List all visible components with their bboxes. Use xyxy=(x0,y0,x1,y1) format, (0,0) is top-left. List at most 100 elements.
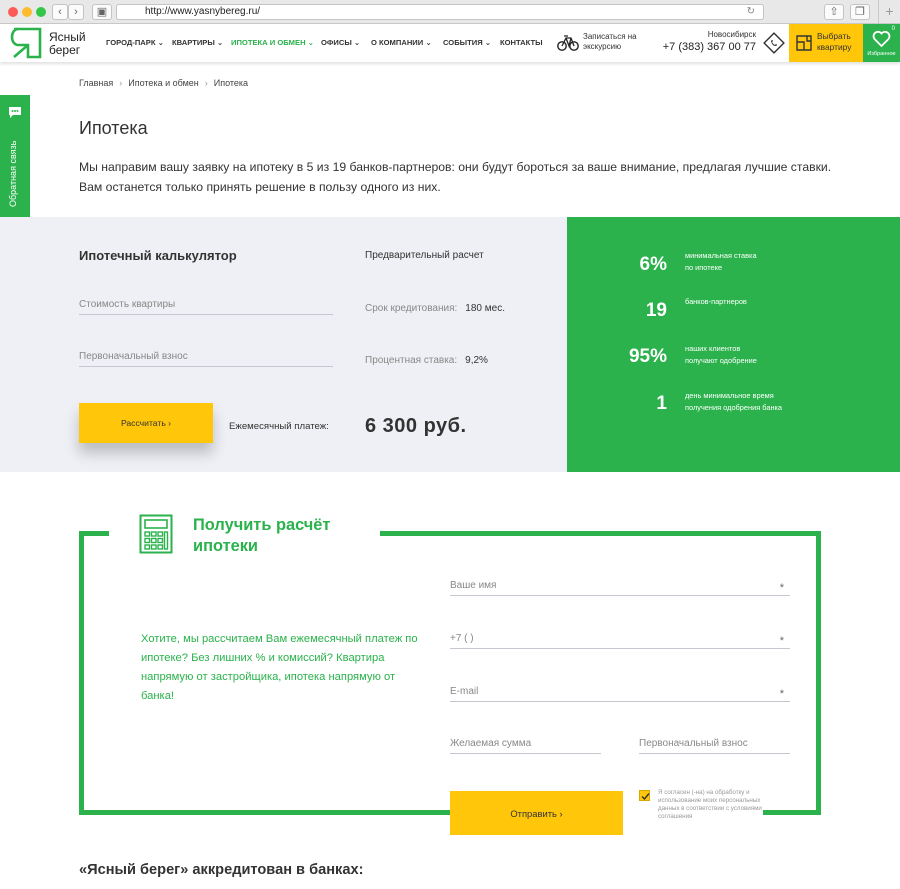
mortgage-stats: 6% минимальная ставка по ипотеке 19 банк… xyxy=(567,217,900,472)
browser-toolbar: ‹ › ▣ http://www.yasnybereg.ru/ ↻ ⇧ ❐ + xyxy=(0,0,900,24)
phone-input[interactable]: +7 ( ) * xyxy=(450,633,790,649)
logo-text-line2: берег xyxy=(49,43,81,57)
stat-text-line2: получения одобрения банка xyxy=(685,403,783,412)
nav-item-events[interactable]: СОБЫТИЯ ⌄ xyxy=(443,38,491,47)
email-placeholder: E-mail xyxy=(450,686,479,697)
nav-item-city-park[interactable]: ГОРОД-ПАРК ⌄ xyxy=(106,38,164,47)
feedback-label: Обратная связь xyxy=(8,140,18,207)
name-input[interactable]: Ваше имя * xyxy=(450,580,790,596)
form-description: Хотите, мы рассчитаем Вам ежемесячный пл… xyxy=(141,633,418,702)
choose-line1: Выбрать xyxy=(817,31,851,41)
close-window-button[interactable] xyxy=(8,7,18,17)
stat-text-line1: наших клиентов xyxy=(685,344,741,353)
favorites-count: 0 xyxy=(891,26,895,32)
required-mark: * xyxy=(779,582,784,594)
stat-text-line1: банков-партнеров xyxy=(685,297,747,306)
forward-icon[interactable]: › xyxy=(68,4,84,20)
term-row: Срок кредитования: 180 мес. xyxy=(365,303,505,314)
payment-value: 6 300 руб. xyxy=(365,415,467,437)
page-title: Ипотека xyxy=(79,118,148,138)
mortgage-calculator: Ипотечный калькулятор Стоимость квартиры… xyxy=(0,217,567,472)
logo-mark-icon xyxy=(10,27,42,59)
choose-apartment-button[interactable]: Выбрать квартиру xyxy=(789,24,863,62)
desired-sum-input[interactable]: Желаемая сумма xyxy=(450,738,601,754)
name-placeholder: Ваше имя xyxy=(450,580,497,591)
stat-value: 95% xyxy=(628,346,667,367)
favorites-label: Избранное xyxy=(867,51,896,57)
share-icon[interactable]: ⇧ xyxy=(824,4,844,20)
agree-checkbox[interactable] xyxy=(639,790,650,801)
url-text: http://www.yasnybereg.ru/ xyxy=(145,6,261,17)
breadcrumb: Главная › Ипотека и обмен › Ипотека xyxy=(79,78,249,88)
stat-text: день минимальное время получения одобрен… xyxy=(685,390,885,414)
nav-item-about[interactable]: О КОМПАНИИ ⌄ xyxy=(371,38,432,47)
nav-item-mortgage[interactable]: ИПОТЕКА И ОБМЕН ⌄ xyxy=(231,38,314,47)
heart-icon xyxy=(872,30,891,48)
calculator-icon xyxy=(139,514,173,554)
required-mark: * xyxy=(779,688,784,700)
email-input[interactable]: E-mail * xyxy=(450,686,790,702)
price-input[interactable]: Стоимость квартиры xyxy=(79,299,333,315)
rate-value: 9,2% xyxy=(465,355,488,366)
feedback-tab[interactable]: Обратная связь xyxy=(0,95,30,217)
favorites-button[interactable]: 0 Избранное xyxy=(863,24,900,62)
form-frame xyxy=(79,810,450,815)
new-tab-icon[interactable]: + xyxy=(878,0,900,24)
preliminary-title: Предварительный расчет xyxy=(365,250,484,261)
contact-phone: Новосибирск +7 (383) 367 00 77 xyxy=(652,30,756,53)
logo-text-line1: Ясный xyxy=(49,30,86,44)
bicycle-icon xyxy=(557,35,579,51)
excursion-link[interactable]: Записаться на экскурсию xyxy=(557,32,637,57)
rate-label: Процентная ставка: xyxy=(365,355,458,366)
accredited-banks-title: «Ясный берег» аккредитован в банках: xyxy=(79,862,364,878)
agree-text: Я согласен (-на) на обработку и использо… xyxy=(658,789,762,820)
stat-text-line2: по ипотеке xyxy=(685,263,723,272)
city-label: Новосибирск xyxy=(707,30,756,39)
stat-value: 19 xyxy=(645,300,667,321)
stat-value: 6% xyxy=(639,254,667,275)
checkmark-icon xyxy=(641,793,650,801)
nav-item-offices[interactable]: ОФИСЫ ⌄ xyxy=(321,38,360,47)
form-frame xyxy=(816,531,821,815)
logo[interactable]: Ясный берег xyxy=(10,27,100,59)
floorplan-icon xyxy=(796,35,812,51)
calculator-title: Ипотечный калькулятор xyxy=(79,248,237,263)
site-header: Ясный берег ГОРОД-ПАРК ⌄ КВАРТИРЫ ⌄ ИПОТ… xyxy=(0,24,900,62)
back-icon[interactable]: ‹ xyxy=(52,4,68,20)
breadcrumb-mortgage-exchange[interactable]: Ипотека и обмен xyxy=(128,78,198,88)
stat-text: банков-партнеров xyxy=(685,296,885,308)
reload-icon[interactable]: ↻ xyxy=(747,5,755,19)
breadcrumb-home[interactable]: Главная xyxy=(79,78,113,88)
rate-row: Процентная ставка: 9,2% xyxy=(365,355,488,366)
term-value: 180 мес. xyxy=(465,303,505,314)
phone-number[interactable]: +7 (383) 367 00 77 xyxy=(652,41,756,53)
stat-text: минимальная ставка по ипотеке xyxy=(685,250,885,274)
sidebar-icon[interactable]: ▣ xyxy=(92,4,112,20)
minimize-window-button[interactable] xyxy=(22,7,32,17)
tabs-icon[interactable]: ❐ xyxy=(850,4,870,20)
breadcrumb-current: Ипотека xyxy=(213,78,249,88)
intro-text: Мы направим вашу заявку на ипотеку в 5 и… xyxy=(79,160,832,194)
chat-icon xyxy=(9,107,21,118)
nav-item-apartments[interactable]: КВАРТИРЫ ⌄ xyxy=(172,38,223,47)
stat-value: 1 xyxy=(656,393,667,414)
calculate-button[interactable]: Рассчитать › xyxy=(79,403,213,443)
phone-placeholder: +7 ( ) xyxy=(450,633,474,644)
stat-text-line2: получают одобрение xyxy=(685,356,757,365)
form-down-payment-input[interactable]: Первоначальный взнос xyxy=(639,738,790,754)
required-mark: * xyxy=(779,635,784,647)
form-frame xyxy=(380,531,821,536)
down-payment-input[interactable]: Первоначальный взнос xyxy=(79,351,333,367)
url-bar[interactable]: http://www.yasnybereg.ru/ ↻ xyxy=(116,4,764,20)
excursion-line1: Записаться на xyxy=(583,32,637,41)
term-label: Срок кредитования: xyxy=(365,303,458,314)
send-button[interactable]: Отправить › xyxy=(450,791,623,835)
stat-text: наших клиентов получают одобрение xyxy=(685,343,885,367)
nav-item-contacts[interactable]: КОНТАКТЫ xyxy=(500,38,543,47)
form-title: Получить расчёт ипотеки xyxy=(193,516,331,555)
zoom-window-button[interactable] xyxy=(36,7,46,17)
callback-phone-icon[interactable] xyxy=(763,32,785,54)
form-frame xyxy=(79,531,84,815)
stat-text-line1: минимальная ставка xyxy=(685,251,757,260)
choose-line2: квартиру xyxy=(817,42,852,52)
